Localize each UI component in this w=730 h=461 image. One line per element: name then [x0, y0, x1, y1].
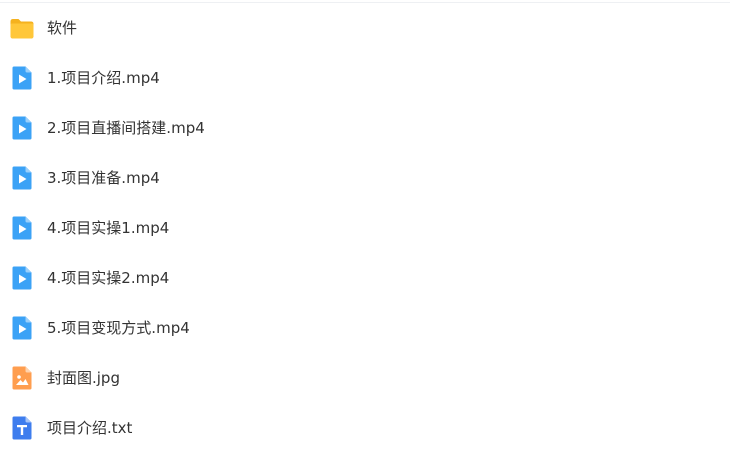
file-name: 封面图.jpg: [47, 369, 120, 387]
file-name: 4.项目实操1.mp4: [47, 219, 170, 237]
video-file-icon: [9, 115, 35, 141]
file-name: 软件: [47, 19, 78, 37]
folder-icon: [9, 15, 35, 41]
file-row-video[interactable]: 1.项目介绍.mp4: [0, 53, 730, 103]
video-file-icon: [9, 65, 35, 91]
video-file-icon: [9, 215, 35, 241]
file-row-video[interactable]: 2.项目直播间搭建.mp4: [0, 103, 730, 153]
text-file-icon: [9, 415, 35, 441]
file-row-folder-software[interactable]: 软件: [0, 3, 730, 53]
image-file-icon: [9, 365, 35, 391]
video-file-icon: [9, 265, 35, 291]
file-row-video[interactable]: 5.项目变现方式.mp4: [0, 303, 730, 353]
file-name: 1.项目介绍.mp4: [47, 69, 160, 87]
file-name: 项目介绍.txt: [47, 419, 133, 437]
file-name: 2.项目直播间搭建.mp4: [47, 119, 205, 137]
video-file-icon: [9, 315, 35, 341]
file-row-image[interactable]: 封面图.jpg: [0, 353, 730, 403]
file-name: 4.项目实操2.mp4: [47, 269, 170, 287]
file-row-video[interactable]: 4.项目实操2.mp4: [0, 253, 730, 303]
file-row-video[interactable]: 4.项目实操1.mp4: [0, 203, 730, 253]
file-name: 5.项目变现方式.mp4: [47, 319, 190, 337]
file-row-video[interactable]: 3.项目准备.mp4: [0, 153, 730, 203]
file-name: 3.项目准备.mp4: [47, 169, 160, 187]
file-row-text[interactable]: 项目介绍.txt: [0, 403, 730, 453]
file-list: 软件 1.项目介绍.mp4 2.项目直播间搭建.mp4 3.项目准备.mp4 4…: [0, 3, 730, 453]
video-file-icon: [9, 165, 35, 191]
